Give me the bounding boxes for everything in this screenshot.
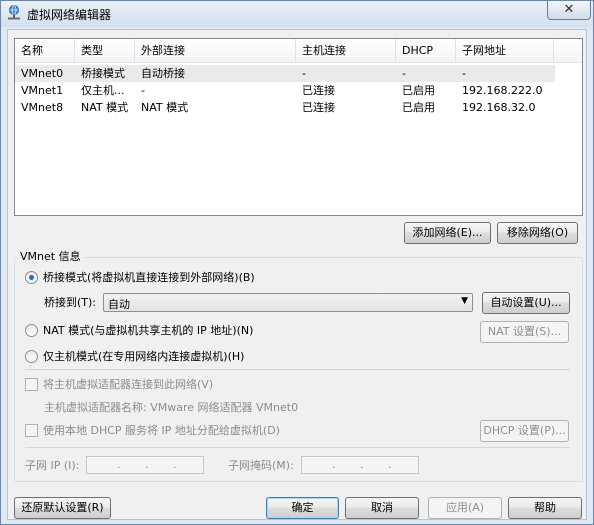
cell-name: VMnet8 (21, 101, 64, 114)
ip-dot: . (145, 458, 149, 471)
ip-dot: . (173, 458, 177, 471)
cell-dhcp: 已启用 (402, 101, 435, 114)
dhcp-checkbox[interactable] (25, 424, 38, 437)
connect-adapter-label[interactable]: 将主机虚拟适配器连接到此网络(V) (43, 378, 213, 392)
bridge-to-value: 自动 (108, 298, 130, 311)
apply-button[interactable]: 应用(A) (428, 497, 502, 519)
ok-button[interactable]: 确定 (266, 497, 339, 519)
nat-settings-button[interactable]: NAT 设置(S)... (480, 321, 569, 343)
cell-external: 自动桥接 (141, 67, 185, 80)
dhcp-settings-button[interactable]: DHCP 设置(P)... (480, 420, 569, 442)
radio-host-only[interactable] (25, 350, 38, 363)
column-header-subnet[interactable]: 子网地址 (456, 39, 554, 63)
title-bar[interactable]: 虚拟网络编辑器 ✕ (1, 1, 593, 27)
ip-dot: . (360, 458, 364, 471)
window-title: 虚拟网络编辑器 (27, 8, 112, 22)
cell-host: - (302, 67, 306, 80)
dialog-content: 名称 类型 外部连接 主机连接 DHCP 子网地址 VMnet0 桥接模式 自动… (7, 29, 587, 520)
vmnet-info-title: VMnet 信息 (18, 250, 83, 264)
cell-subnet: 192.168.222.0 (462, 84, 543, 97)
network-globe-icon (8, 5, 20, 20)
table-row[interactable]: VMnet8 NAT 模式 NAT 模式 已连接 已启用 192.168.32.… (15, 99, 555, 116)
remove-network-button[interactable]: 移除网络(O) (497, 222, 578, 244)
radio-bridged-label[interactable]: 桥接模式(将虚拟机直接连接到外部网络)(B) (43, 271, 255, 285)
cell-subnet: - (462, 67, 466, 80)
list-header: 名称 类型 外部连接 主机连接 DHCP 子网地址 (15, 39, 582, 63)
column-header-host[interactable]: 主机连接 (296, 39, 396, 63)
cell-dhcp: - (402, 67, 406, 80)
dhcp-label[interactable]: 使用本地 DHCP 服务将 IP 地址分配给虚拟机(D) (43, 424, 280, 438)
cell-dhcp: 已启用 (402, 84, 435, 97)
cell-external: NAT 模式 (141, 101, 189, 114)
cell-type: 仅主机... (81, 84, 125, 97)
cell-name: VMnet0 (21, 67, 64, 80)
column-header-external[interactable]: 外部连接 (135, 39, 296, 63)
virtual-network-editor-window: 虚拟网络编辑器 ✕ 名称 类型 外部连接 主机连接 DHCP 子网地址 VMne… (0, 0, 594, 525)
column-header-name[interactable]: 名称 (15, 39, 75, 63)
help-button[interactable]: 帮助 (508, 497, 582, 519)
cell-host: 已连接 (302, 84, 335, 97)
connect-adapter-checkbox[interactable] (25, 378, 38, 391)
radio-nat[interactable] (25, 324, 38, 337)
cell-type: 桥接模式 (81, 67, 125, 80)
cell-external: - (141, 84, 145, 97)
close-button[interactable]: ✕ (547, 1, 591, 20)
radio-nat-label[interactable]: NAT 模式(与虚拟机共享主机的 IP 地址)(N) (43, 324, 253, 338)
table-row[interactable]: VMnet1 仅主机... - 已连接 已启用 192.168.222.0 (15, 82, 555, 99)
cell-type: NAT 模式 (81, 101, 129, 114)
subnet-mask-input[interactable]: . . . (301, 456, 419, 474)
subnet-ip-label: 子网 IP (I): (25, 459, 80, 472)
table-row[interactable]: VMnet0 桥接模式 自动桥接 - - - (15, 65, 555, 82)
restore-defaults-button[interactable]: 还原默认设置(R) (14, 497, 111, 519)
ip-dot: . (117, 458, 121, 471)
separator (25, 369, 570, 370)
separator (25, 447, 570, 448)
ip-dot: . (388, 458, 392, 471)
bridge-to-select[interactable]: 自动 ▼ (103, 293, 473, 312)
chevron-down-icon: ▼ (461, 296, 468, 306)
cell-host: 已连接 (302, 101, 335, 114)
network-list[interactable]: 名称 类型 外部连接 主机连接 DHCP 子网地址 VMnet0 桥接模式 自动… (14, 38, 583, 216)
adapter-name-text: 主机虚拟适配器名称: VMware 网络适配器 VMnet0 (44, 401, 299, 414)
column-header-type[interactable]: 类型 (75, 39, 135, 63)
subnet-ip-input[interactable]: . . . (86, 456, 204, 474)
bridge-to-label: 桥接到(T): (44, 296, 97, 309)
add-network-button[interactable]: 添加网络(E)... (404, 222, 491, 244)
subnet-mask-label: 子网掩码(M): (228, 459, 294, 472)
ip-dot: . (332, 458, 336, 471)
radio-bridged[interactable] (25, 271, 38, 284)
auto-settings-button[interactable]: 自动设置(U)... (482, 292, 570, 314)
cell-name: VMnet1 (21, 84, 64, 97)
cell-subnet: 192.168.32.0 (462, 101, 536, 114)
column-header-dhcp[interactable]: DHCP (396, 39, 456, 63)
radio-host-only-label[interactable]: 仅主机模式(在专用网络内连接虚拟机)(H) (43, 350, 244, 364)
cancel-button[interactable]: 取消 (345, 497, 419, 519)
